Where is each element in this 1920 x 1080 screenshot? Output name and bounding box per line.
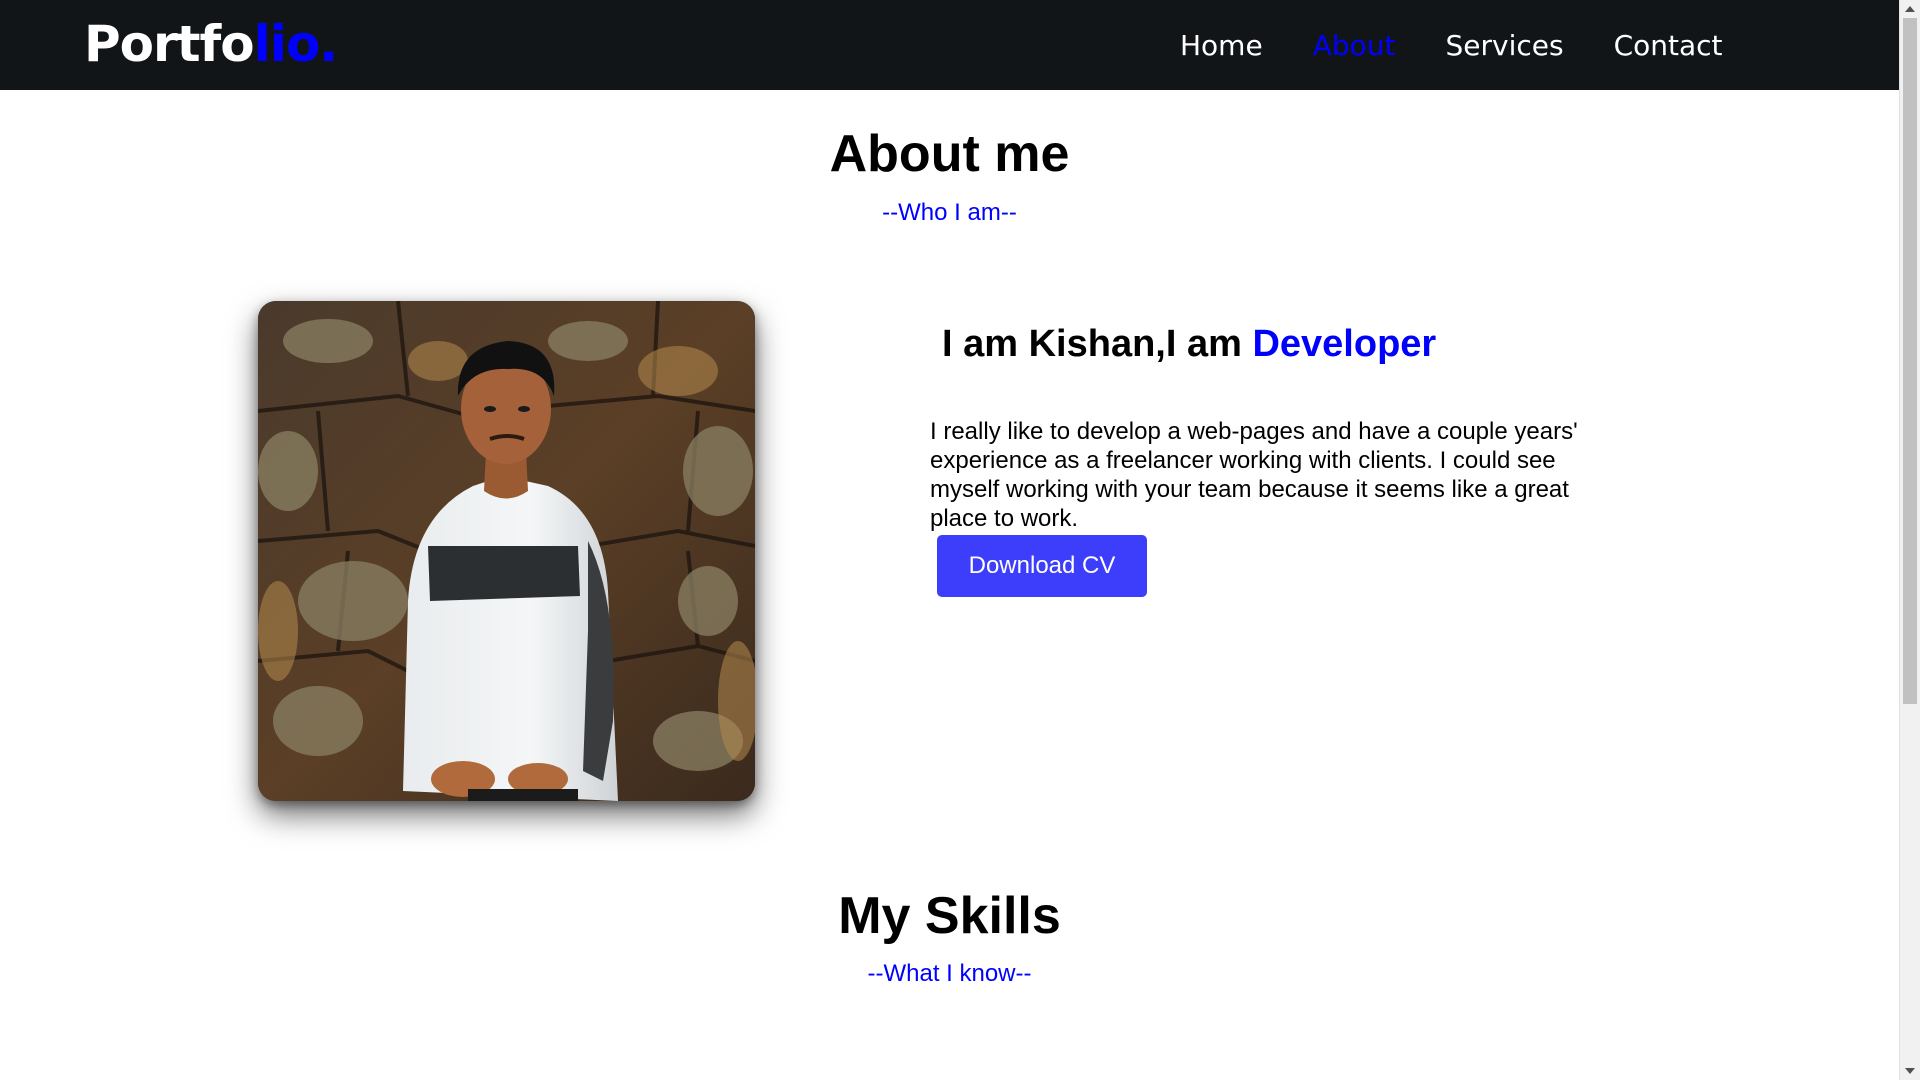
about-subtitle: --Who I am-- [882,199,1017,226]
navbar: Portfolio. Home About Services Contact [0,0,1899,90]
intro-role: Developer [1252,323,1437,365]
brand-accent-text: lio. [253,15,339,73]
scroll-down-arrow-icon[interactable] [1900,1062,1920,1080]
nav-link-services[interactable]: Services [1445,29,1563,62]
vertical-scrollbar[interactable] [1899,0,1920,1080]
download-cv-button[interactable]: Download CV [937,535,1147,597]
nav-link-about[interactable]: About [1313,29,1396,62]
scrollbar-thumb[interactable] [1903,18,1917,704]
page: Portfolio. Home About Services Contact A… [0,0,1920,1080]
skills-title: My Skills [838,887,1061,945]
profile-photo [258,301,755,801]
nav-link-home[interactable]: Home [1180,29,1263,62]
scroll-up-arrow-icon[interactable] [1900,0,1920,18]
brand-logo[interactable]: Portfolio. [84,14,339,74]
skills-subtitle: --What I know-- [867,960,1032,987]
brand-main-text: Portfo [84,15,255,73]
intro-prefix: I am Kishan,I am [942,323,1253,365]
intro-heading: I am Kishan,I am Developer [942,323,1436,366]
nav-links: Home About Services Contact [1180,0,1773,90]
nav-link-contact[interactable]: Contact [1614,29,1723,62]
about-title: About me [829,125,1070,183]
intro-description: I really like to develop a web-pages and… [930,418,1578,532]
